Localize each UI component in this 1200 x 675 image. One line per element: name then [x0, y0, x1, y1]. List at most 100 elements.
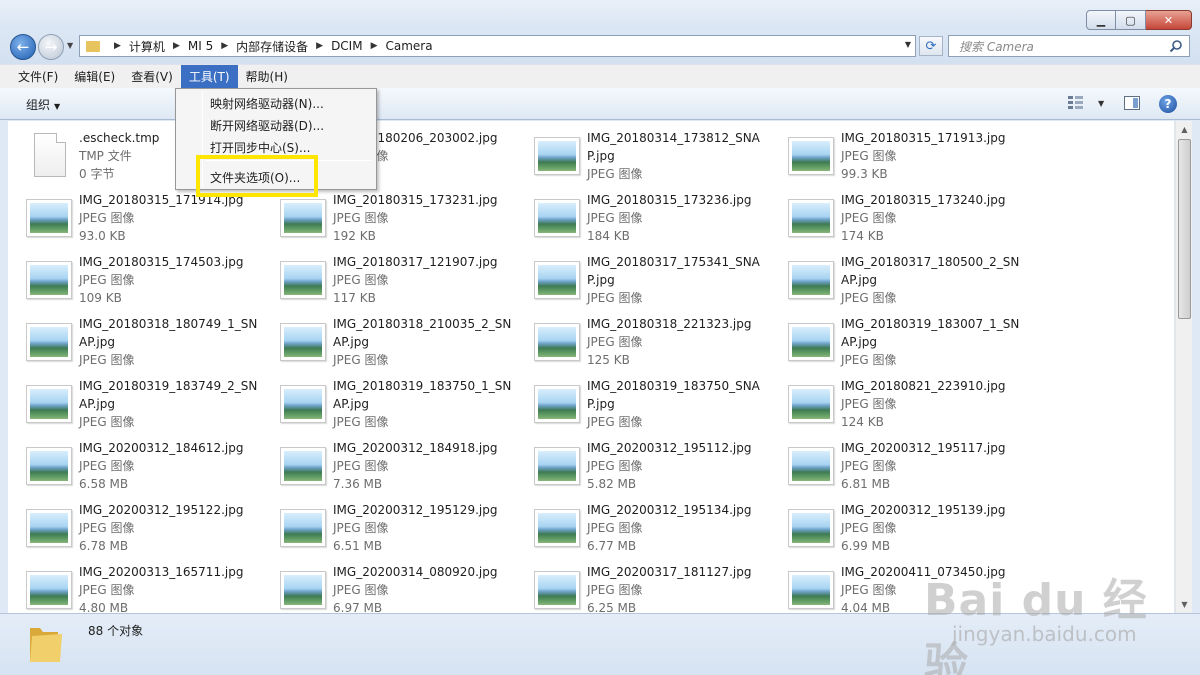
menu-item-map-network-drive[interactable]: 映射网络驱动器(N)... [210, 95, 324, 112]
organize-button[interactable]: 组织 ▼ [26, 96, 60, 113]
chevron-right-icon[interactable]: ▶ [173, 41, 180, 51]
help-button[interactable]: ? [1159, 95, 1177, 113]
breadcrumb-internal-storage[interactable]: 内部存储设备 [236, 38, 308, 55]
preview-pane-button[interactable] [1124, 96, 1140, 110]
file-info: IMG_20200312_195117.jpg JPEG 图像 6.81 MB [841, 439, 1021, 493]
window-controls: ▁ ▢ ✕ [1086, 10, 1192, 30]
file-item[interactable]: IMG_20200317_181127.jpg JPEG 图像 6.25 MB [516, 555, 770, 613]
menu-file[interactable]: 文件(F) [10, 65, 66, 88]
breadcrumb-computer[interactable]: 计算机 [129, 38, 165, 55]
back-button[interactable]: ← [10, 34, 36, 60]
search-icon[interactable] [1169, 39, 1183, 53]
menu-view[interactable]: 查看(V) [123, 65, 181, 88]
chevron-right-icon[interactable]: ▶ [316, 41, 323, 51]
file-type: JPEG 图像 [587, 459, 643, 473]
file-item[interactable]: IMG_20180319_183750_1_SNAP.jpg JPEG 图像 [262, 369, 516, 431]
landscape-thumbnail-icon [538, 203, 576, 233]
file-type: JPEG 图像 [841, 149, 897, 163]
breadcrumb-device[interactable]: MI 5 [188, 39, 213, 53]
file-info: IMG_20200312_195112.jpg JPEG 图像 5.82 MB [587, 439, 767, 493]
landscape-thumbnail-icon [792, 141, 830, 171]
file-size: 6.58 MB [79, 477, 129, 491]
file-info: IMG_20180315_174503.jpg JPEG 图像 109 KB [79, 253, 259, 307]
file-size: 7.36 MB [333, 477, 383, 491]
image-thumbnail [534, 571, 580, 609]
chevron-right-icon[interactable]: ▶ [221, 41, 228, 51]
image-thumbnail [788, 199, 834, 237]
file-type: JPEG 图像 [587, 583, 643, 597]
file-item[interactable]: IMG_20180315_173236.jpg JPEG 图像 184 KB [516, 183, 770, 245]
file-info: IMG_20180319_183749_2_SNAP.jpg JPEG 图像 [79, 377, 259, 431]
minimize-button[interactable]: ▁ [1086, 10, 1116, 30]
file-item[interactable]: IMG_20180317_180500_2_SNAP.jpg JPEG 图像 [770, 245, 1024, 307]
file-item[interactable]: IMG_20180319_183007_1_SNAP.jpg JPEG 图像 [770, 307, 1024, 369]
scroll-thumb[interactable] [1178, 139, 1191, 319]
file-item[interactable]: IMG_20180318_210035_2_SNAP.jpg JPEG 图像 [262, 307, 516, 369]
scroll-up-arrow-icon[interactable]: ▲ [1176, 121, 1193, 138]
menu-tools[interactable]: 工具(T) [180, 65, 238, 88]
image-thumbnail [26, 261, 72, 299]
address-history-dropdown[interactable]: ▼ [905, 40, 911, 49]
recent-pages-dropdown[interactable]: ▼ [67, 41, 73, 50]
file-item[interactable]: IMG_20180314_173812_SNAP.jpg JPEG 图像 [516, 121, 770, 183]
image-thumbnail [534, 137, 580, 175]
file-item[interactable]: IMG_20180319_183750_SNAP.jpg JPEG 图像 [516, 369, 770, 431]
file-item[interactable]: IMG_20200312_184612.jpg JPEG 图像 6.58 MB [8, 431, 262, 493]
file-item[interactable]: IMG_20200411_073450.jpg JPEG 图像 4.04 MB [770, 555, 1024, 613]
file-item[interactable]: IMG_20200313_165711.jpg JPEG 图像 4.80 MB [8, 555, 262, 613]
refresh-button[interactable]: ⟳ [919, 36, 943, 56]
file-info: IMG_20180317_121907.jpg JPEG 图像 117 KB [333, 253, 513, 307]
menu-item-disconnect-network-drive[interactable]: 断开网络驱动器(D)... [210, 117, 324, 134]
file-item[interactable]: IMG_20180317_175341_SNAP.jpg JPEG 图像 [516, 245, 770, 307]
file-name: IMG_20200312_184612.jpg [79, 441, 244, 455]
chevron-right-icon[interactable]: ▶ [371, 41, 378, 51]
file-item[interactable]: IMG_20180318_221323.jpg JPEG 图像 125 KB [516, 307, 770, 369]
file-name: IMG_20180319_183750_1_SNAP.jpg [333, 379, 512, 411]
file-item[interactable]: IMG_20180317_121907.jpg JPEG 图像 117 KB [262, 245, 516, 307]
menu-item-open-sync-center[interactable]: 打开同步中心(S)... [210, 139, 310, 156]
close-button[interactable]: ✕ [1146, 10, 1192, 30]
file-size: 4.80 MB [79, 601, 129, 613]
file-item[interactable]: IMG_20180319_183749_2_SNAP.jpg JPEG 图像 [8, 369, 262, 431]
file-info: IMG_20200314_080920.jpg JPEG 图像 6.97 MB [333, 563, 513, 613]
navigation-bar: ← → ▼ ▶ 计算机 ▶ MI 5 ▶ 内部存储设备 ▶ DCIM ▶ Cam… [0, 30, 1200, 64]
file-item[interactable]: IMG_20200312_195117.jpg JPEG 图像 6.81 MB [770, 431, 1024, 493]
breadcrumb-camera[interactable]: Camera [386, 39, 433, 53]
file-item[interactable]: IMG_20180318_180749_1_SNAP.jpg JPEG 图像 [8, 307, 262, 369]
change-view-button[interactable]: ▼ [1068, 96, 1104, 110]
file-name: IMG_20180315_174503.jpg [79, 255, 244, 269]
item-count: 88 个对象 [88, 624, 144, 638]
file-item[interactable]: IMG_20200312_195134.jpg JPEG 图像 6.77 MB [516, 493, 770, 555]
file-list-pane[interactable]: .escheck.tmp TMP 文件 0 字节 IMG_20180206_20300… [8, 121, 1174, 613]
image-thumbnail [280, 509, 326, 547]
file-type: JPEG 图像 [841, 521, 897, 535]
file-name: IMG_20180317_180500_2_SNAP.jpg [841, 255, 1020, 287]
file-item[interactable]: IMG_20200312_195112.jpg JPEG 图像 5.82 MB [516, 431, 770, 493]
chevron-right-icon[interactable]: ▶ [114, 41, 121, 51]
file-item[interactable]: IMG_20200312_195139.jpg JPEG 图像 6.99 MB [770, 493, 1024, 555]
file-item[interactable]: IMG_20180821_223910.jpg JPEG 图像 124 KB [770, 369, 1024, 431]
vertical-scrollbar[interactable]: ▲ ▼ [1175, 121, 1192, 613]
file-item[interactable]: IMG_20200314_080920.jpg JPEG 图像 6.97 MB [262, 555, 516, 613]
forward-button[interactable]: → [38, 34, 64, 60]
view-options-icon [1068, 96, 1083, 109]
image-thumbnail [534, 323, 580, 361]
file-item[interactable]: IMG_20180315_171913.jpg JPEG 图像 99.3 KB [770, 121, 1024, 183]
file-item[interactable]: IMG_20180315_173240.jpg JPEG 图像 174 KB [770, 183, 1024, 245]
menu-edit[interactable]: 编辑(E) [66, 65, 123, 88]
file-item[interactable]: IMG_20200312_195129.jpg JPEG 图像 6.51 MB [262, 493, 516, 555]
search-input[interactable]: 搜索 Camera [948, 35, 1190, 57]
file-info: IMG_20200312_184918.jpg JPEG 图像 7.36 MB [333, 439, 513, 493]
landscape-thumbnail-icon [30, 203, 68, 233]
landscape-thumbnail-icon [30, 389, 68, 419]
address-bar[interactable]: ▶ 计算机 ▶ MI 5 ▶ 内部存储设备 ▶ DCIM ▶ Camera ▼ [79, 35, 916, 57]
scroll-down-arrow-icon[interactable]: ▼ [1176, 596, 1193, 613]
file-item[interactable]: IMG_20180315_174503.jpg JPEG 图像 109 KB [8, 245, 262, 307]
maximize-button[interactable]: ▢ [1116, 10, 1146, 30]
search-placeholder: 搜索 Camera [959, 39, 1034, 54]
file-item[interactable]: IMG_20200312_184918.jpg JPEG 图像 7.36 MB [262, 431, 516, 493]
chevron-down-icon[interactable]: ▼ [1098, 99, 1104, 108]
menu-help[interactable]: 帮助(H) [238, 65, 296, 88]
breadcrumb-dcim[interactable]: DCIM [331, 39, 363, 53]
file-item[interactable]: IMG_20200312_195122.jpg JPEG 图像 6.78 MB [8, 493, 262, 555]
